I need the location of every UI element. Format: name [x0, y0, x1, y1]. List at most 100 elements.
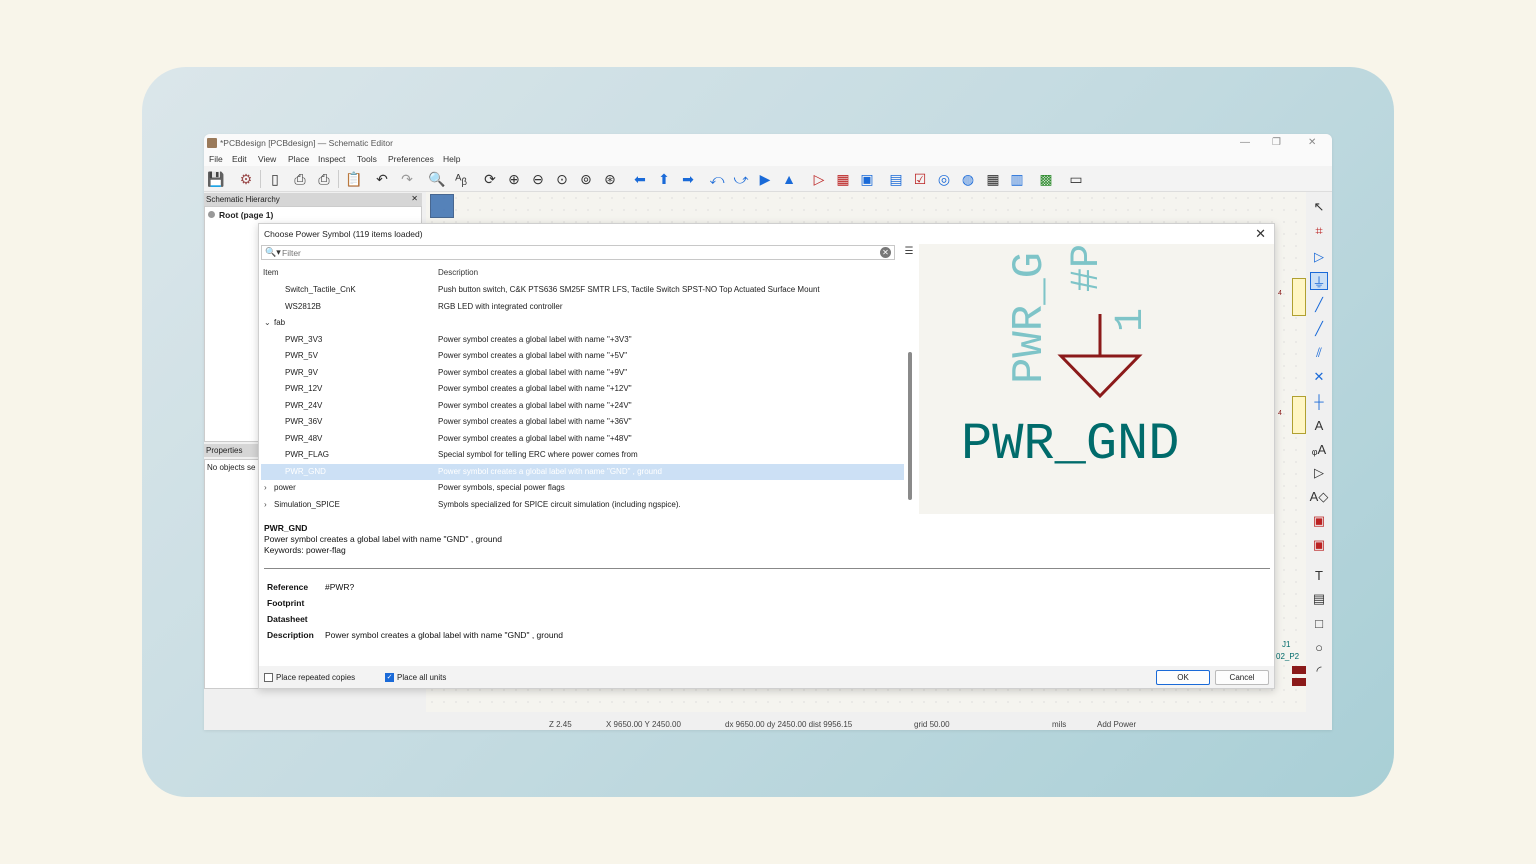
- select-tool-icon[interactable]: ↖: [1310, 198, 1328, 216]
- add-textbox-icon[interactable]: ▤: [1310, 590, 1328, 608]
- add-text-icon[interactable]: T: [1310, 566, 1328, 584]
- print-icon[interactable]: ⎙: [291, 170, 309, 188]
- list-scrollbar[interactable]: [908, 352, 912, 500]
- search-icon[interactable]: 🔍▾: [265, 247, 281, 258]
- ok-button[interactable]: OK: [1156, 670, 1210, 685]
- minimize-button[interactable]: —: [1240, 137, 1250, 148]
- add-sheet-icon[interactable]: ▣: [1310, 512, 1328, 530]
- filter-input[interactable]: [282, 247, 862, 258]
- no-connect-icon[interactable]: ✕: [1310, 368, 1328, 386]
- schematic-setup-icon[interactable]: ⚙: [237, 170, 255, 188]
- list-item[interactable]: WS2812B RGB LED with integrated controlle…: [261, 299, 904, 315]
- hier-label-icon[interactable]: A◇: [1310, 488, 1329, 506]
- add-bus-icon[interactable]: ╱: [1310, 320, 1328, 338]
- connector-symbol-a[interactable]: [1292, 278, 1306, 316]
- library-browser-icon[interactable]: ▦: [834, 170, 852, 188]
- pcb-editor-icon[interactable]: ▩: [1037, 170, 1055, 188]
- add-power-icon[interactable]: ⏚: [1310, 272, 1328, 290]
- list-item[interactable]: PWR_36V Power symbol creates a global lab…: [261, 414, 904, 430]
- junction-icon[interactable]: ┼: [1310, 392, 1328, 410]
- navigate-back-icon[interactable]: ⬅: [631, 170, 649, 188]
- highlight-net-icon[interactable]: ⌗: [1310, 222, 1328, 240]
- list-item[interactable]: PWR_5V Power symbol creates a global labe…: [261, 348, 904, 364]
- import-sheet-pin-icon[interactable]: ▣: [1310, 536, 1328, 554]
- refresh-icon[interactable]: ⟳: [481, 170, 499, 188]
- sort-options-icon[interactable]: ☰: [902, 246, 916, 259]
- menu-preferences[interactable]: Preferences: [388, 154, 434, 164]
- clear-filter-icon[interactable]: ✕: [880, 247, 891, 258]
- symbol-editor-icon[interactable]: ▷: [810, 170, 828, 188]
- menu-help[interactable]: Help: [443, 154, 460, 164]
- paste-icon[interactable]: 📋: [345, 170, 363, 188]
- find-icon[interactable]: 🔍: [428, 170, 446, 188]
- cancel-button[interactable]: Cancel: [1215, 670, 1269, 685]
- dialog-close-icon[interactable]: ✕: [1255, 226, 1266, 242]
- menu-place[interactable]: Place: [288, 154, 309, 164]
- save-icon[interactable]: 💾: [207, 170, 225, 188]
- zoom-fit-icon[interactable]: ⊙: [553, 170, 571, 188]
- annotate-icon[interactable]: ▣: [858, 170, 876, 188]
- annotate-refs-icon[interactable]: ▤: [887, 170, 905, 188]
- menu-inspect[interactable]: Inspect: [318, 154, 345, 164]
- add-wire-icon[interactable]: ╱: [1310, 296, 1328, 314]
- rotate-ccw-icon[interactable]: ⤺: [708, 170, 726, 188]
- assign-footprints-icon[interactable]: ◍: [959, 170, 977, 188]
- list-item[interactable]: PWR_3V3 Power symbol creates a global lab…: [261, 332, 904, 348]
- zoom-selection-icon[interactable]: ⊛: [601, 170, 619, 188]
- plot-icon[interactable]: ⎙: [315, 170, 333, 188]
- menu-view[interactable]: View: [258, 154, 276, 164]
- list-item[interactable]: › power Power symbols, special power flags: [261, 480, 904, 496]
- scripting-console-icon[interactable]: ▭: [1067, 170, 1085, 188]
- connector-symbol-b[interactable]: [1292, 396, 1306, 434]
- list-item[interactable]: PWR_24V Power symbol creates a global lab…: [261, 398, 904, 414]
- menu-edit[interactable]: Edit: [232, 154, 247, 164]
- navigate-forward-icon[interactable]: ➡: [679, 170, 697, 188]
- list-item[interactable]: ⌄ fab: [261, 315, 904, 331]
- expander-icon[interactable]: ›: [264, 500, 267, 509]
- directive-label-icon[interactable]: ᵩA: [1310, 440, 1328, 458]
- list-item[interactable]: PWR_12V Power symbol creates a global lab…: [261, 381, 904, 397]
- list-item[interactable]: › Simulation_SPICE Symbols specialized for…: [261, 497, 904, 513]
- erc-icon[interactable]: ☑: [911, 170, 929, 188]
- list-item[interactable]: PWR_FLAG Special symbol for telling ERC w…: [261, 447, 904, 463]
- list-item[interactable]: Switch_Tactile_CnK Push button switch, C&…: [261, 282, 904, 298]
- bom-export-icon[interactable]: ▥: [1008, 170, 1026, 188]
- place-repeated-checkbox[interactable]: Place repeated copies: [264, 673, 355, 682]
- find-replace-icon[interactable]: ᴬᵦ: [452, 170, 470, 188]
- add-symbol-icon[interactable]: ▷: [1310, 248, 1328, 266]
- zoom-out-icon[interactable]: ⊖: [529, 170, 547, 188]
- bus-entry-icon[interactable]: ⫽: [1310, 344, 1328, 362]
- menu-tools[interactable]: Tools: [357, 154, 377, 164]
- list-item[interactable]: PWR_48V Power symbol creates a global lab…: [261, 431, 904, 447]
- global-label-icon[interactable]: ▷: [1310, 464, 1328, 482]
- rotate-cw-icon[interactable]: ⤻: [732, 170, 750, 188]
- place-all-units-checkbox[interactable]: ✓ Place all units: [385, 673, 446, 682]
- net-label-icon[interactable]: A: [1310, 416, 1328, 434]
- list-item[interactable]: PWR_9V Power symbol creates a global labe…: [261, 365, 904, 381]
- maximize-button[interactable]: ❐: [1272, 137, 1281, 148]
- undo-icon[interactable]: ↶: [373, 170, 391, 188]
- expander-icon[interactable]: ›: [264, 483, 267, 492]
- close-panel-icon[interactable]: ✕: [411, 194, 418, 203]
- bom-table-icon[interactable]: ▦: [984, 170, 1002, 188]
- hierarchy-root-item[interactable]: Root (page 1): [219, 210, 273, 220]
- add-rectangle-icon[interactable]: □: [1310, 614, 1328, 632]
- mirror-h-icon[interactable]: ▶: [756, 170, 774, 188]
- simulator-icon[interactable]: ◎: [935, 170, 953, 188]
- add-circle-icon[interactable]: ○: [1310, 638, 1328, 656]
- redo-icon[interactable]: ↷: [398, 170, 416, 188]
- navigate-up-icon[interactable]: ⬆: [655, 170, 673, 188]
- zoom-objects-icon[interactable]: ⊚: [577, 170, 595, 188]
- close-window-button[interactable]: ✕: [1308, 137, 1316, 148]
- column-item-header[interactable]: Item: [263, 268, 279, 277]
- menu-file[interactable]: File: [209, 154, 223, 164]
- column-description-header[interactable]: Description: [438, 268, 478, 277]
- expander-icon[interactable]: ⌄: [264, 318, 271, 327]
- page-settings-icon[interactable]: ▯: [266, 170, 284, 188]
- list-item[interactable]: PWR_GND Power symbol creates a global lab…: [261, 463, 904, 480]
- mirror-v-icon[interactable]: ▲: [780, 170, 798, 188]
- zoom-in-icon[interactable]: ⊕: [505, 170, 523, 188]
- checkbox-box[interactable]: ✓: [385, 673, 394, 682]
- add-arc-icon[interactable]: ◜: [1310, 662, 1328, 680]
- checkbox-box[interactable]: [264, 673, 273, 682]
